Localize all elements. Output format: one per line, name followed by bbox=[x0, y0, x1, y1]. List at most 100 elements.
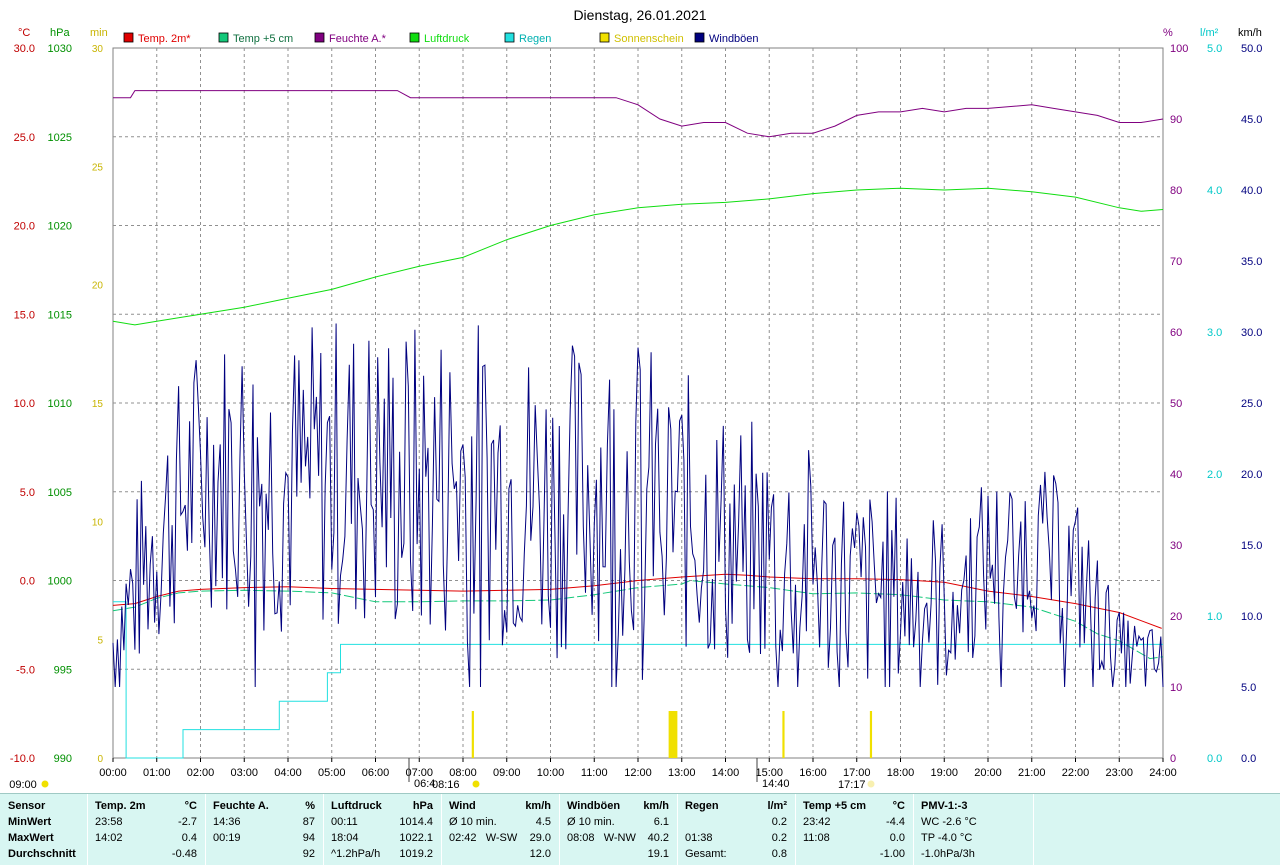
stats-row-label: MaxWert bbox=[8, 832, 54, 844]
stats-cell: TP -4.0 °C bbox=[921, 832, 973, 844]
stats-cell-value: 1019.2 bbox=[399, 848, 433, 860]
legend-swatch bbox=[314, 32, 325, 43]
stats-header: Luftdruck bbox=[331, 800, 382, 812]
wind-axis-tick: 25.0 bbox=[1241, 398, 1262, 410]
pressure-axis-tick: 1030 bbox=[48, 43, 72, 55]
stats-cell-time: 18:04 bbox=[331, 832, 359, 844]
stats-cell-value: 0.4 bbox=[181, 832, 197, 844]
sunshine-axis-tick: 30 bbox=[92, 44, 104, 55]
stats-cell-value: -0.48 bbox=[171, 848, 197, 860]
stats-col-2: Feuchte A.% 14:36 87 00:19 94 92 bbox=[205, 794, 324, 865]
time-axis-tick: 13:00 bbox=[668, 767, 696, 779]
stats-header: Wind bbox=[449, 800, 476, 812]
wind-axis-tick: 10.0 bbox=[1241, 611, 1262, 623]
legend-swatch bbox=[694, 32, 705, 43]
humidity-axis-tick: 80 bbox=[1170, 185, 1182, 197]
stats-cell-value: 1022.1 bbox=[399, 832, 433, 844]
sunshine-bar bbox=[668, 711, 678, 758]
wind-axis-tick: 15.0 bbox=[1241, 540, 1262, 552]
stats-unit: °C bbox=[892, 800, 905, 812]
stats-header: Sensor bbox=[8, 800, 46, 812]
stats-cell-time: 23:42 bbox=[803, 816, 831, 828]
stats-col-7: Temp +5 cm °C 23:42 -4.4 11:08 0.0 -1.00 bbox=[795, 794, 914, 865]
sunshine-axis-tick: 20 bbox=[92, 281, 104, 292]
sun-duration-label: 09:00 bbox=[9, 779, 37, 791]
legend-item-temp2m: Temp. 2m* bbox=[123, 32, 191, 45]
sunshine-axis-tick: 5 bbox=[97, 636, 103, 647]
legend-label: Temp. 2m* bbox=[138, 33, 191, 45]
sunrise-label: 08:16 bbox=[432, 779, 460, 791]
stats-cell-time: 11:08 bbox=[803, 832, 830, 844]
sunshine-axis-tick: 15 bbox=[92, 399, 104, 410]
time-axis-tick: 20:00 bbox=[974, 767, 1002, 779]
legend-item-feuchte: Feuchte A.* bbox=[314, 32, 387, 45]
stats-col-1: Temp. 2m °C 23:58 -2.7 14:02 0.4 -0.48 bbox=[87, 794, 206, 865]
stats-header: Temp +5 cm bbox=[803, 800, 867, 812]
axis-unit-rain: l/m² bbox=[1200, 27, 1219, 39]
stats-unit: hPa bbox=[412, 800, 433, 812]
stats-cell-value: 29.0 bbox=[529, 832, 551, 844]
time-axis-tick: 08:00 bbox=[449, 767, 477, 779]
rain-axis-tick: 2.0 bbox=[1207, 469, 1222, 481]
legend-swatch bbox=[504, 32, 515, 43]
stats-cell-value: 19.1 bbox=[647, 848, 669, 860]
stats-cell-value: 1014.4 bbox=[399, 816, 433, 828]
chart-title: Dienstag, 26.01.2021 bbox=[573, 7, 706, 23]
stats-panel: Sensor MinWert MaxWert Durchschnitt Temp. 2m… bbox=[0, 793, 1280, 865]
temp-axis-tick: 20.0 bbox=[14, 221, 35, 233]
time-axis-tick: 22:00 bbox=[1062, 767, 1090, 779]
sunshine-bar bbox=[471, 711, 474, 758]
stats-cell-time: Gesamt: bbox=[685, 848, 727, 860]
wind-axis-tick: 0.0 bbox=[1241, 753, 1256, 765]
stats-cell-time: Ø 10 min. bbox=[567, 816, 615, 828]
stats-cell-time: Ø 10 min. bbox=[449, 816, 497, 828]
axis-unit-hum: % bbox=[1163, 27, 1173, 39]
legend-label: Luftdruck bbox=[424, 33, 470, 45]
time-axis-tick: 11:00 bbox=[581, 767, 608, 779]
stats-header: Temp. 2m bbox=[95, 800, 146, 812]
time-axis-tick: 09:00 bbox=[493, 767, 521, 779]
sunshine-bar bbox=[782, 711, 785, 758]
temp-axis-tick: 5.0 bbox=[20, 487, 35, 499]
stats-cell-time: ^1.2hPa/h bbox=[331, 848, 381, 860]
temp-axis-tick: 0.0 bbox=[20, 576, 35, 588]
stats-cell-time: 00:19 bbox=[213, 832, 241, 844]
time-axis-tick: 05:00 bbox=[318, 767, 346, 779]
humidity-axis-tick: 10 bbox=[1170, 682, 1182, 694]
stats-row-label: Durchschnitt bbox=[8, 848, 76, 860]
wind-axis-tick: 5.0 bbox=[1241, 682, 1256, 694]
stats-cell-value: 0.2 bbox=[771, 816, 787, 828]
sunshine-axis-tick: 0 bbox=[97, 754, 103, 765]
stats-col-4: Wind km/h Ø 10 min. 4.5 02:42 W-SW 29.0 12.0 bbox=[441, 794, 560, 865]
stats-row-label: MinWert bbox=[8, 816, 52, 828]
humidity-axis-tick: 0 bbox=[1170, 753, 1176, 765]
pressure-axis-tick: 1020 bbox=[48, 221, 72, 233]
time-axis-tick: 02:00 bbox=[187, 767, 215, 779]
time-axis-tick: 04:00 bbox=[274, 767, 302, 779]
stats-cell-value: -4.4 bbox=[886, 816, 905, 828]
stats-cell-value: 0.0 bbox=[889, 832, 905, 844]
pressure-axis-tick: 995 bbox=[54, 664, 72, 676]
stats-col-0: Sensor MinWert MaxWert Durchschnitt bbox=[0, 794, 88, 865]
stats-cell-value: 92 bbox=[302, 848, 315, 860]
pressure-axis-tick: 1005 bbox=[48, 487, 72, 499]
humidity-axis-tick: 40 bbox=[1170, 469, 1182, 481]
time-axis-tick: 14:00 bbox=[712, 767, 740, 779]
stats-cell-value: -2.7 bbox=[178, 816, 197, 828]
wind-axis-tick: 50.0 bbox=[1241, 43, 1262, 55]
wind-axis-tick: 20.0 bbox=[1241, 469, 1262, 481]
temp-axis-tick: -10.0 bbox=[10, 753, 35, 765]
stats-cell-value: 4.5 bbox=[535, 816, 551, 828]
time-axis-tick: 23:00 bbox=[1105, 767, 1133, 779]
humidity-axis-tick: 30 bbox=[1170, 540, 1182, 552]
stats-unit: l/m² bbox=[767, 800, 787, 812]
legend-label: Sonnenschein bbox=[614, 33, 684, 45]
legend-label: Windböen bbox=[709, 33, 759, 45]
stats-header: PMV-1:-3 bbox=[921, 800, 968, 812]
pressure-axis-tick: 990 bbox=[54, 753, 72, 765]
time-axis-tick: 12:00 bbox=[624, 767, 652, 779]
sunshine-bar bbox=[869, 711, 873, 758]
rain-axis-tick: 5.0 bbox=[1207, 43, 1222, 55]
stats-col-6: Regen l/m² 0.2 01:38 0.2 Gesamt: 0.8 bbox=[677, 794, 796, 865]
pressure-axis-tick: 1010 bbox=[48, 398, 72, 410]
